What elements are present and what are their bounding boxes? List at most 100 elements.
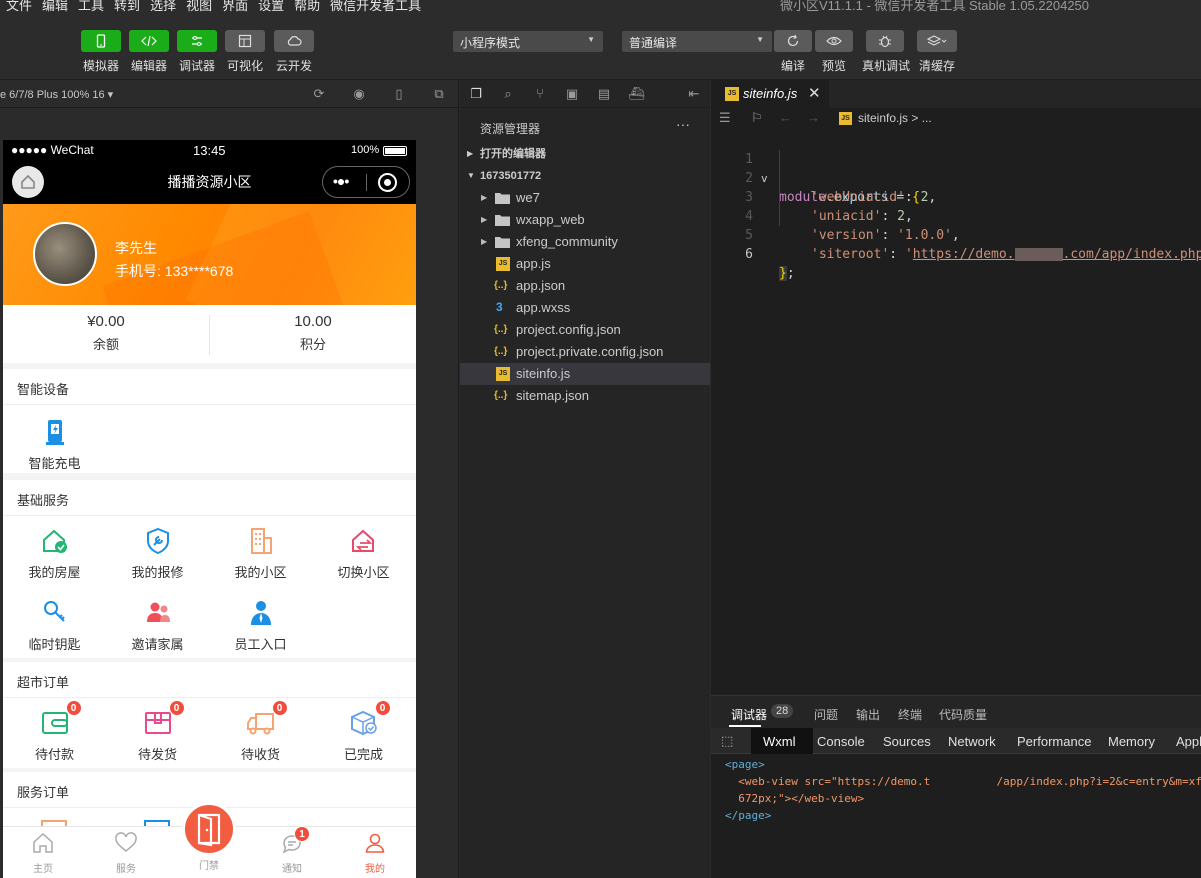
project-root[interactable]: ▼ 1673501772	[460, 165, 710, 187]
grid-item-staff-entry[interactable]: 员工入口	[209, 598, 312, 653]
breadcrumb-path[interactable]: siteinfo.js > ...	[858, 111, 932, 125]
code-line-active[interactable]: 6 };	[711, 226, 795, 281]
tree-folder[interactable]: ▶ wxapp_web	[460, 209, 710, 231]
points-item[interactable]: 10.00 积分	[210, 313, 416, 353]
grid-item-charging[interactable]: 智能充电	[3, 417, 106, 472]
tab-service[interactable]: 服务	[96, 831, 156, 875]
stop-icon[interactable]: ◉	[352, 87, 366, 101]
devtools-tab-wxml[interactable]: Wxml	[763, 734, 796, 749]
compile-select[interactable]: 普通编译 ▼	[622, 31, 772, 52]
menu-edit[interactable]: 编辑	[42, 0, 68, 14]
mode-select[interactable]: 小程序模式 ▼	[453, 31, 603, 52]
tab-terminal[interactable]: 终端	[898, 706, 922, 723]
forward-arrow-icon[interactable]: →	[807, 110, 820, 125]
grid-item-my-community[interactable]: 我的小区	[209, 526, 312, 581]
debugger-toggle-button[interactable]	[177, 30, 217, 52]
files-icon[interactable]: ❐	[468, 86, 484, 102]
wxml-line[interactable]: 672px;"></web-view>	[725, 791, 864, 807]
menu-settings[interactable]: 设置	[258, 0, 284, 14]
tab-notify[interactable]: 1 通知	[262, 826, 322, 875]
grid-item-completed[interactable]: 0 已完成	[312, 700, 415, 763]
tab-home[interactable]: 主页	[13, 831, 73, 875]
explorer-more-button[interactable]: ···	[676, 116, 690, 132]
menu-goto[interactable]: 转到	[114, 0, 140, 14]
fold-chevron-icon[interactable]: v	[761, 169, 768, 188]
tree-file-selected[interactable]: JS siteinfo.js	[460, 363, 710, 385]
wxml-line[interactable]: <page>	[725, 757, 765, 773]
tab-debugger[interactable]: 调试器	[731, 706, 767, 723]
docker-icon[interactable]: ⛴	[628, 86, 645, 102]
menu-devtools[interactable]: 微信开发者工具	[330, 0, 421, 14]
inspect-element-icon[interactable]: ⬚	[721, 733, 733, 749]
open-editors-section[interactable]: ▶ 打开的编辑器	[460, 143, 710, 165]
wxml-line[interactable]: <web-view src="https://demo.t /app/index…	[725, 774, 1201, 790]
grid-item-temp-key[interactable]: 临时钥匙	[3, 598, 106, 653]
tree-folder[interactable]: ▶ we7	[460, 187, 710, 209]
balance-item[interactable]: ¥0.00 余额	[3, 313, 209, 353]
menu-interface[interactable]: 界面	[222, 0, 248, 14]
devtools-tab-sources[interactable]: Sources	[883, 734, 931, 749]
code-line[interactable]: 1 v module.exports = {	[711, 131, 1201, 205]
grid-item-pending-payment[interactable]: 0 待付款	[3, 700, 106, 763]
wxml-line[interactable]: </page>	[725, 808, 771, 824]
devtools-tab-memory[interactable]: Memory	[1108, 734, 1155, 749]
menu-tools[interactable]: 工具	[78, 0, 104, 14]
grid-item-invite-family[interactable]: 邀请家属	[106, 598, 209, 653]
grid-item-repair[interactable]: 我的报修	[106, 526, 209, 581]
search-icon[interactable]: ⌕	[500, 86, 516, 102]
close-icon[interactable]: ✕	[808, 84, 821, 102]
door-button[interactable]	[182, 802, 236, 856]
tab-mine[interactable]: 我的	[345, 831, 405, 875]
tab-problems[interactable]: 问题	[814, 706, 838, 723]
avatar[interactable]	[33, 222, 97, 286]
reload-icon[interactable]: ⟳	[312, 87, 326, 101]
cloud-toggle-button[interactable]	[274, 30, 314, 52]
source-control-icon[interactable]: ⑂	[532, 86, 548, 102]
editor-tab[interactable]: JS siteinfo.js ✕	[711, 80, 829, 108]
tree-folder[interactable]: ▶ xfeng_community	[460, 231, 710, 253]
grid-item-pending-shipment[interactable]: 0 待发货	[106, 700, 209, 763]
simulator-toggle-button[interactable]	[81, 30, 121, 52]
grid-item-switch-community[interactable]: 切换小区	[312, 526, 415, 581]
compile-button[interactable]	[774, 30, 812, 52]
phone-rotate-icon[interactable]: ▯	[392, 87, 406, 101]
clear-cache-button[interactable]	[917, 30, 957, 52]
code-line[interactable]: 2 'webUniacid': 2,	[711, 150, 936, 205]
remote-debug-button[interactable]	[866, 30, 904, 52]
menu-select[interactable]: 选择	[150, 0, 176, 14]
code-line[interactable]: 5 'siteroot': 'https://demo. .com/app/ind…	[711, 207, 1201, 262]
device-select[interactable]: e 6/7/8 Plus 100% 16 ▾	[0, 88, 113, 101]
devtools-tab-network[interactable]: Network	[948, 734, 996, 749]
tree-file[interactable]: {..} project.private.config.json	[460, 341, 710, 363]
bookmark-icon[interactable]: ⚐	[751, 110, 763, 126]
grid-item-my-house[interactable]: 我的房屋	[3, 526, 106, 581]
tree-file[interactable]: {..} project.config.json	[460, 319, 710, 341]
devtools-tab-performance[interactable]: Performance	[1017, 734, 1091, 749]
collapse-panel-icon[interactable]: ⇤	[686, 86, 702, 102]
devtools-tab-application[interactable]: Appl	[1176, 734, 1201, 749]
extensions-icon[interactable]: ▣	[564, 86, 580, 102]
menu-view[interactable]: 视图	[186, 0, 212, 14]
list-icon[interactable]: ☰	[719, 110, 731, 126]
tab-output[interactable]: 输出	[856, 706, 880, 723]
code-line[interactable]: 3 'uniacid': 2,	[711, 169, 913, 224]
code-line[interactable]: 4 'version': '1.0.0',	[711, 188, 960, 243]
devtools-tab-console[interactable]: Console	[817, 734, 865, 749]
detach-icon[interactable]: ⧉	[432, 87, 446, 101]
preview-button[interactable]	[815, 30, 853, 52]
outline-icon[interactable]: ▤	[596, 86, 612, 102]
editor-toggle-button[interactable]	[129, 30, 169, 52]
more-dots-icon[interactable]: •●•	[333, 173, 349, 189]
visual-toggle-button[interactable]	[225, 30, 265, 52]
tab-access[interactable]: 门禁	[179, 802, 239, 872]
tree-file[interactable]: {..} app.json	[460, 275, 710, 297]
menu-help[interactable]: 帮助	[294, 0, 320, 14]
grid-item-pending-receipt[interactable]: 0 待收货	[209, 700, 312, 763]
close-capsule-icon[interactable]	[378, 173, 397, 192]
tree-file[interactable]: 3 app.wxss	[460, 297, 710, 319]
back-arrow-icon[interactable]: ←	[779, 110, 792, 125]
tab-code-quality[interactable]: 代码质量	[939, 706, 987, 723]
menu-file[interactable]: 文件	[6, 0, 32, 14]
tree-file[interactable]: JS app.js	[460, 253, 710, 275]
tree-file[interactable]: {..} sitemap.json	[460, 385, 710, 407]
